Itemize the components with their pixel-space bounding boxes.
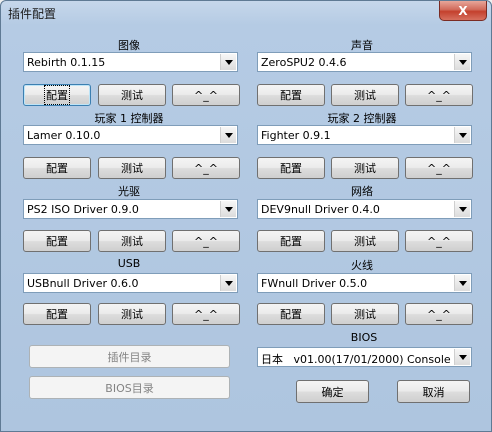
chevron-down-icon[interactable] — [220, 201, 236, 217]
button-label: BIOS目录 — [105, 381, 154, 395]
chevron-down-icon[interactable] — [454, 349, 470, 365]
firewire-test-button[interactable]: 测试 — [331, 303, 399, 325]
network-label: 网络 — [351, 185, 373, 198]
button-label: 测试 — [354, 308, 376, 321]
sound-configure-button[interactable]: 配置 — [257, 84, 325, 106]
controller2-about-button[interactable]: ^_^ — [405, 157, 473, 179]
chevron-down-icon[interactable] — [454, 201, 470, 217]
controller2-plugin-select[interactable]: Fighter 0.9.1 — [257, 125, 472, 145]
controller1-label: 玩家 1 控制器 — [94, 112, 164, 125]
button-label: 测试 — [121, 308, 143, 321]
cdvd-configure-button[interactable]: 配置 — [23, 230, 91, 252]
chevron-down-icon[interactable] — [454, 127, 470, 143]
cdvd-plugin-select[interactable]: PS2 ISO Driver 0.9.0 — [23, 199, 238, 219]
cdvd-test-button[interactable]: 测试 — [98, 230, 166, 252]
usb-test-button[interactable]: 测试 — [98, 303, 166, 325]
controller2-label: 玩家 2 控制器 — [327, 112, 397, 125]
graphics-about-button[interactable]: ^_^ — [172, 84, 240, 106]
button-label: 配置 — [280, 89, 302, 102]
bios-directory-button[interactable]: BIOS目录 — [29, 376, 230, 399]
firewire-plugin-value: FWnull Driver 0.5.0 — [261, 277, 368, 290]
controller1-plugin-value: Lamer 0.10.0 — [27, 129, 101, 142]
button-label: 测试 — [354, 89, 376, 102]
cdvd-about-button[interactable]: ^_^ — [172, 230, 240, 252]
button-label: 测试 — [121, 235, 143, 248]
button-label: 测试 — [121, 89, 143, 102]
close-icon: X — [458, 3, 468, 18]
chevron-down-icon[interactable] — [220, 127, 236, 143]
sound-label: 声音 — [351, 39, 373, 52]
button-label: ^_^ — [427, 88, 451, 102]
controller2-plugin-value: Fighter 0.9.1 — [261, 129, 331, 142]
button-label: 取消 — [422, 385, 445, 399]
network-plugin-value: DEV9null Driver 0.4.0 — [261, 203, 380, 216]
network-configure-button[interactable]: 配置 — [257, 230, 325, 252]
bios-label: BIOS — [350, 331, 378, 344]
plugin-directory-button[interactable]: 插件目录 — [29, 345, 230, 368]
button-label: ^_^ — [194, 88, 218, 102]
graphics-configure-button[interactable]: 配置 — [23, 84, 91, 106]
usb-plugin-select[interactable]: USBnull Driver 0.6.0 — [23, 273, 238, 293]
button-label: 配置 — [280, 308, 302, 321]
close-button[interactable]: X — [439, 1, 487, 21]
network-test-button[interactable]: 测试 — [331, 230, 399, 252]
bios-value-group: 日本 v01.00(17/01/2000) Console — [261, 351, 451, 367]
button-label: ^_^ — [194, 307, 218, 321]
button-label: 配置 — [280, 162, 302, 175]
controller1-plugin-select[interactable]: Lamer 0.10.0 — [23, 125, 238, 145]
controller2-test-button[interactable]: 测试 — [331, 157, 399, 179]
chevron-down-icon[interactable] — [220, 54, 236, 70]
network-about-button[interactable]: ^_^ — [405, 230, 473, 252]
button-label: 配置 — [46, 235, 68, 248]
button-label: 配置 — [46, 162, 68, 175]
bios-version: v01.00(17/01/2000) Console — [293, 353, 451, 366]
button-label: 配置 — [46, 308, 68, 321]
button-label: ^_^ — [427, 234, 451, 248]
sound-test-button[interactable]: 测试 — [331, 84, 399, 106]
bios-select[interactable]: 日本 v01.00(17/01/2000) Console — [257, 347, 472, 367]
firewire-about-button[interactable]: ^_^ — [405, 303, 473, 325]
graphics-plugin-select[interactable]: Rebirth 0.1.15 — [23, 52, 238, 72]
graphics-label: 图像 — [118, 39, 140, 52]
chevron-down-icon[interactable] — [220, 275, 236, 291]
button-label: ^_^ — [194, 234, 218, 248]
controller1-configure-button[interactable]: 配置 — [23, 157, 91, 179]
graphics-test-button[interactable]: 测试 — [98, 84, 166, 106]
controller1-test-button[interactable]: 测试 — [98, 157, 166, 179]
firewire-plugin-select[interactable]: FWnull Driver 0.5.0 — [257, 273, 472, 293]
usb-label: USB — [117, 257, 141, 270]
graphics-plugin-value: Rebirth 0.1.15 — [27, 56, 106, 69]
chevron-down-icon[interactable] — [454, 54, 470, 70]
usb-plugin-value: USBnull Driver 0.6.0 — [27, 277, 139, 290]
button-label: ^_^ — [194, 161, 218, 175]
button-label: 测试 — [354, 162, 376, 175]
sound-about-button[interactable]: ^_^ — [405, 84, 473, 106]
button-label: 测试 — [121, 162, 143, 175]
chevron-down-icon[interactable] — [454, 275, 470, 291]
bios-region: 日本 — [261, 353, 283, 366]
sound-plugin-select[interactable]: ZeroSPU2 0.4.6 — [257, 52, 472, 72]
firewire-label: 火线 — [351, 259, 373, 272]
usb-about-button[interactable]: ^_^ — [172, 303, 240, 325]
sound-plugin-value: ZeroSPU2 0.4.6 — [261, 56, 347, 69]
window-title: 插件配置 — [8, 7, 57, 21]
button-label: 确定 — [321, 385, 344, 399]
controller2-configure-button[interactable]: 配置 — [257, 157, 325, 179]
cdvd-plugin-value: PS2 ISO Driver 0.9.0 — [27, 203, 139, 216]
firewire-configure-button[interactable]: 配置 — [257, 303, 325, 325]
network-plugin-select[interactable]: DEV9null Driver 0.4.0 — [257, 199, 472, 219]
controller1-about-button[interactable]: ^_^ — [172, 157, 240, 179]
ok-button[interactable]: 确定 — [296, 380, 369, 403]
button-label: 插件目录 — [107, 350, 152, 364]
button-label: 配置 — [280, 235, 302, 248]
button-label: ^_^ — [427, 307, 451, 321]
cdvd-label: 光驱 — [118, 185, 140, 198]
button-label: 测试 — [354, 235, 376, 248]
button-label: 配置 — [44, 85, 70, 105]
button-label: ^_^ — [427, 161, 451, 175]
cancel-button[interactable]: 取消 — [397, 380, 470, 403]
usb-configure-button[interactable]: 配置 — [23, 303, 91, 325]
